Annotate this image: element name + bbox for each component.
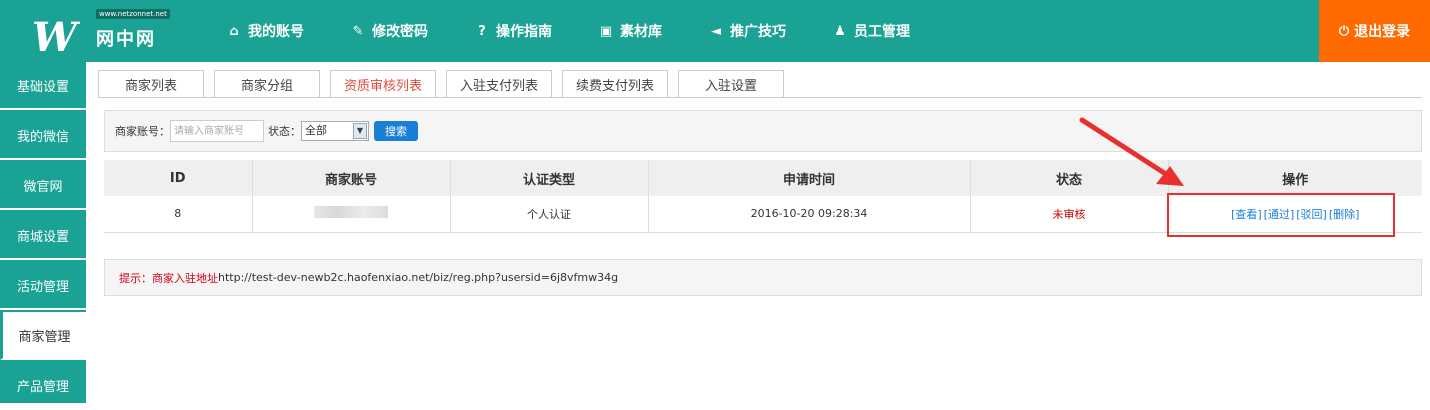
sidebar-item-micro-site[interactable]: 微官网 (0, 162, 86, 210)
sidebar-item-activities[interactable]: 活动管理 (0, 262, 86, 310)
nav-staff[interactable]: ♟ 员工管理 (832, 21, 910, 41)
nav-promotion-tips[interactable]: ◄ 推广技巧 (708, 21, 786, 41)
nav-label: 推广技巧 (730, 24, 786, 40)
nav-materials[interactable]: ▣ 素材库 (598, 21, 662, 41)
redacted-account (314, 206, 388, 219)
search-panel: 商家账号： 状态： 全部 ▼ 搜索 (104, 110, 1422, 152)
nav-my-account[interactable]: ⌂ 我的账号 (226, 21, 304, 41)
search-button[interactable]: 搜索 (374, 121, 418, 141)
tab-underline (98, 97, 1422, 98)
cell-time: 2016-10-20 09:28:34 (648, 196, 971, 233)
tab-entry-payments[interactable]: 入驻支付列表 (446, 70, 552, 98)
cell-type: 个人认证 (450, 196, 649, 233)
sidebar-item-basic-settings[interactable]: 基础设置 (0, 62, 86, 110)
tip-url[interactable]: http://test-dev-newb2c.haofenxiao.net/bi… (218, 271, 618, 284)
tab-entry-settings[interactable]: 入驻设置 (678, 70, 784, 98)
chevron-down-icon: ▼ (353, 123, 367, 139)
nav-label: 我的账号 (248, 24, 304, 40)
cell-id: 8 (104, 196, 253, 233)
nav-change-password[interactable]: ✎ 修改密码 (350, 21, 428, 41)
col-header-time: 申请时间 (648, 160, 971, 196)
col-header-type: 认证类型 (450, 160, 649, 196)
nav-guide[interactable]: ? 操作指南 (474, 21, 552, 41)
nav-label: 操作指南 (496, 24, 552, 40)
nav-label: 素材库 (620, 24, 662, 40)
nav-label: 修改密码 (372, 24, 428, 40)
top-nav: ⌂ 我的账号 ✎ 修改密码 ? 操作指南 ▣ 素材库 ◄ 推广技巧 ♟ 员工管理 (226, 0, 956, 62)
tab-qualification-review[interactable]: 资质审核列表 (330, 70, 436, 98)
nav-label: 员工管理 (854, 24, 910, 40)
tab-merchant-groups[interactable]: 商家分组 (214, 70, 320, 98)
users-icon: ♟ (834, 23, 846, 39)
status-select-value: 全部 (305, 124, 327, 137)
sidebar-item-my-wechat[interactable]: 我的微信 (0, 112, 86, 160)
col-header-id: ID (104, 160, 253, 196)
cell-status: 未审核 (970, 196, 1169, 233)
table-header-row: ID 商家账号 认证类型 申请时间 状态 操作 (104, 160, 1422, 196)
col-header-actions: 操作 (1168, 160, 1422, 196)
logout-label: 退出登录 (1354, 24, 1411, 40)
edit-icon: ✎ (352, 23, 364, 39)
home-icon: ⌂ (229, 23, 239, 39)
tab-merchant-list[interactable]: 商家列表 (98, 70, 204, 98)
logo-mark: W (32, 14, 77, 61)
sidebar-item-mall-settings[interactable]: 商城设置 (0, 212, 86, 260)
entry-url-tip: 提示：商家入驻地址 http://test-dev-newb2c.haofenx… (104, 259, 1422, 296)
tip-label: 提示：商家入驻地址 (119, 271, 218, 285)
col-header-account: 商家账号 (252, 160, 451, 196)
image-icon: ▣ (599, 23, 613, 39)
status-select[interactable]: 全部 ▼ (301, 121, 369, 141)
logo-url-badge: www.netzonnet.net (96, 9, 170, 19)
logout-button[interactable]: ⏻ 退出登录 (1319, 0, 1430, 62)
logo-text: 网中网 (96, 29, 156, 50)
cell-account (252, 196, 451, 233)
power-icon: ⏻ (1338, 23, 1350, 39)
tab-renewal-payments[interactable]: 续费支付列表 (562, 70, 668, 98)
sidebar: 基础设置 我的微信 微官网 商城设置 活动管理 商家管理 产品管理 (0, 62, 86, 410)
logo[interactable]: W www.netzonnet.net 网中网 (30, 8, 180, 61)
status-label: 状态： (268, 125, 301, 138)
sidebar-item-merchant-management[interactable]: 商家管理 (0, 312, 86, 360)
account-label: 商家账号： (115, 125, 170, 138)
merchant-account-input[interactable] (170, 120, 264, 142)
annotation-highlight-box (1167, 193, 1395, 237)
annotation-arrow (1079, 117, 1184, 186)
megaphone-icon: ◄ (711, 23, 721, 39)
help-icon: ? (478, 23, 486, 39)
top-bar: W www.netzonnet.net 网中网 ⌂ 我的账号 ✎ 修改密码 ? … (0, 0, 1430, 62)
